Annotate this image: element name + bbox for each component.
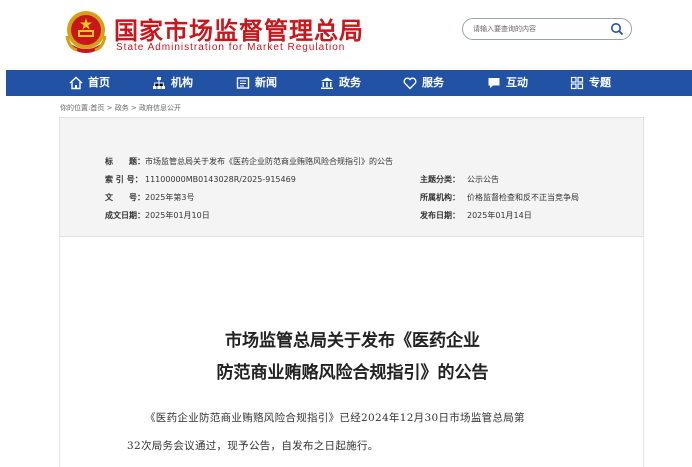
nav-label: 服务 (422, 76, 444, 89)
meta-date-value: 2025年01月10日 (145, 211, 210, 220)
meta-category-row: 主题分类： 公示公告 (420, 174, 499, 185)
breadcrumb-prefix: 你的位置: (60, 104, 91, 112)
meta-category-label: 主题分类： (420, 175, 460, 184)
government-icon (321, 77, 333, 89)
article-paragraph-line2: 32次局务会议通过，现予公告，自发布之日起施行。 (127, 440, 379, 452)
site-title-en: State Administration for Market Regulati… (116, 42, 346, 53)
meta-date-label: 成文日期： (105, 211, 145, 220)
meta-publish-label: 发布日期： (420, 211, 460, 220)
nav-label: 首页 (88, 76, 110, 89)
breadcrumb: 你的位置:首页 > 政务 > 政府信息公开 (60, 103, 181, 113)
article-title-line2: 防范商业贿赂风险合规指引》的公告 (216, 363, 489, 383)
breadcrumb-info-disclosure[interactable]: 政府信息公开 (139, 104, 181, 112)
meta-publish-value: 2025年01月14日 (467, 211, 532, 220)
nav-label: 政务 (339, 76, 361, 89)
article-paragraph-line1: 《医药企业防范商业贿赂风险合规指引》已经2024年12月30日市场监管总局第 (145, 412, 525, 424)
nav-label: 机构 (171, 76, 193, 89)
meta-title-row: 标 题：市场监管总局关于发布《医药企业防范商业贿赂风险合规指引》的公告 (105, 156, 393, 167)
search-box (462, 18, 632, 40)
meta-category-value: 公示公告 (467, 175, 499, 184)
meta-docno-value: 2025年第3号 (145, 193, 195, 202)
breadcrumb-sep: > (104, 104, 115, 112)
nav-label: 专题 (589, 76, 611, 89)
search-icon[interactable] (610, 22, 624, 36)
national-emblem-icon[interactable] (63, 8, 109, 56)
nav-label: 新闻 (255, 76, 277, 89)
meta-index-label: 索 引 号： (105, 175, 143, 184)
heart-icon (403, 77, 417, 90)
document-meta-panel: 标 题：市场监管总局关于发布《医药企业防范商业贿赂风险合规指引》的公告 索 引 … (59, 117, 644, 237)
grid-icon (570, 76, 584, 90)
meta-date-row: 成文日期：2025年01月10日 (105, 210, 210, 221)
search-input[interactable] (473, 21, 603, 37)
news-icon (236, 77, 250, 89)
article-title-line1: 市场监管总局关于发布《医药企业 (225, 331, 480, 351)
chat-icon (488, 78, 500, 88)
home-icon (69, 76, 83, 90)
breadcrumb-sep: > (128, 104, 140, 112)
breadcrumb-home[interactable]: 首页 (90, 104, 104, 112)
meta-docno-label: 文 号： (105, 193, 145, 202)
meta-publish-row: 发布日期： 2025年01月14日 (420, 210, 532, 221)
site-header: 国家市场监督管理总局 State Administration for Mark… (0, 0, 692, 70)
meta-org-label: 所属机构： (420, 193, 460, 202)
main-nav: 首页 机构 新闻 政务 服务 互动 专题 (6, 70, 692, 96)
meta-docno-row: 文 号：2025年第3号 (105, 192, 194, 203)
meta-index-value: 11100000MB0143028R/2025-915469 (145, 175, 296, 184)
site-title-cn[interactable]: 国家市场监督管理总局 (114, 11, 364, 46)
nav-label: 互动 (506, 76, 528, 89)
meta-title-value: 市场监管总局关于发布《医药企业防范商业贿赂风险合规指引》的公告 (145, 157, 393, 166)
article-body: 市场监管总局关于发布《医药企业 防范商业贿赂风险合规指引》的公告 《医药企业防范… (59, 237, 644, 467)
meta-index-row: 索 引 号： 11100000MB0143028R/2025-915469 (105, 174, 296, 185)
breadcrumb-government[interactable]: 政务 (115, 104, 129, 112)
meta-org-row: 所属机构： 价格监督检查和反不正当竞争局 (420, 192, 579, 203)
org-icon (153, 77, 165, 89)
meta-org-value: 价格监督检查和反不正当竞争局 (467, 193, 579, 202)
meta-title-label: 标 题： (105, 157, 145, 166)
